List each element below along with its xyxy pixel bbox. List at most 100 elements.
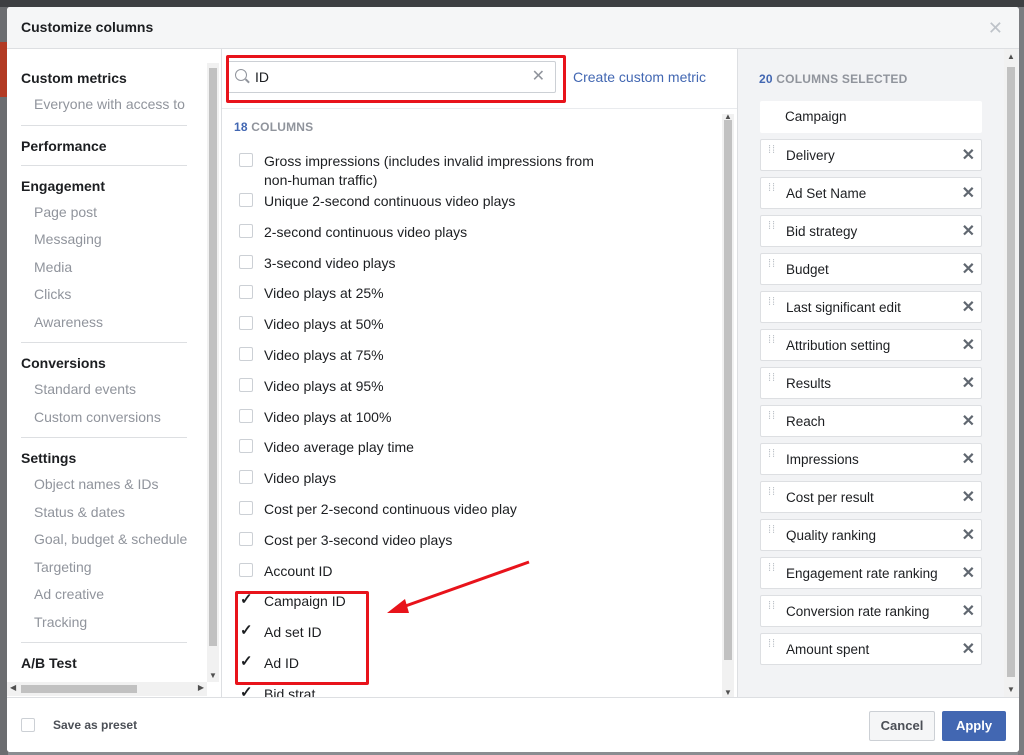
column-checkbox[interactable] (239, 377, 253, 392)
column-label[interactable]: Cost per 2-second continuous video play (264, 500, 517, 519)
column-label[interactable]: Video plays at 95% (264, 377, 384, 396)
remove-icon[interactable]: ✕ (962, 563, 975, 583)
column-option[interactable]: Cost per 3-second video plays (239, 531, 709, 563)
remove-icon[interactable]: ✕ (962, 601, 975, 621)
nav-scrollbar[interactable]: ▼ (207, 63, 219, 682)
save-preset-label[interactable]: Save as preset (53, 718, 137, 732)
nav-item[interactable]: Ad creative (21, 581, 187, 609)
column-option[interactable]: Video plays at 25% (239, 285, 709, 316)
column-option[interactable]: Video plays (239, 470, 709, 501)
drag-handle-icon[interactable]: ⁞⁞ (768, 449, 776, 466)
column-label[interactable]: Video plays at 50% (264, 315, 384, 334)
column-label[interactable]: Video plays at 25% (264, 284, 384, 303)
column-checkbox[interactable] (239, 470, 253, 485)
cancel-button[interactable]: Cancel (869, 711, 935, 741)
column-checkbox[interactable] (239, 531, 253, 546)
selected-column-item[interactable]: ⁞⁞ Quality ranking ✕ (760, 519, 982, 551)
column-option[interactable]: 2-second continuous video plays (239, 223, 709, 255)
selected-column-item[interactable]: ⁞⁞ Reach ✕ (760, 405, 982, 437)
nav-heading[interactable]: A/B Test (21, 650, 187, 676)
nav-item[interactable]: Goal, budget & schedule (21, 526, 187, 554)
column-checkbox[interactable] (239, 316, 253, 331)
drag-handle-icon[interactable]: ⁞⁞ (768, 145, 776, 162)
nav-item[interactable]: Messaging (21, 226, 187, 254)
search-value[interactable]: ID (255, 69, 269, 85)
column-label[interactable]: Gross impressions (includes invalid impr… (264, 153, 594, 190)
column-option[interactable]: Video plays at 75% (239, 346, 709, 378)
column-option[interactable]: Video plays at 50% (239, 316, 709, 347)
remove-icon[interactable]: ✕ (962, 297, 975, 317)
remove-icon[interactable]: ✕ (962, 145, 975, 165)
nav-item[interactable]: Object names & IDs (21, 471, 187, 499)
search-input[interactable]: ID ✕ (226, 61, 556, 93)
column-label[interactable]: Account ID (264, 562, 332, 581)
column-checkbox[interactable] (239, 562, 253, 577)
close-icon[interactable]: ✕ (988, 18, 1003, 39)
column-checkbox[interactable] (239, 223, 253, 238)
selected-column-item[interactable]: ⁞⁞ Delivery ✕ (760, 139, 982, 171)
drag-handle-icon[interactable]: ⁞⁞ (768, 297, 776, 314)
column-option[interactable]: Video plays at 95% (239, 377, 709, 409)
nav-horizontal-scrollbar[interactable]: ◀ ▶ (7, 682, 207, 696)
drag-handle-icon[interactable]: ⁞⁞ (768, 601, 776, 618)
column-checkbox[interactable] (239, 193, 253, 207)
nav-item[interactable]: Everyone with access to (21, 91, 187, 119)
remove-icon[interactable]: ✕ (962, 259, 975, 279)
selected-column-item[interactable]: ⁞⁞ Results ✕ (760, 367, 982, 399)
column-label[interactable]: Cost per 3-second video plays (264, 531, 452, 550)
scroll-down-icon[interactable]: ▼ (1007, 685, 1015, 694)
column-label[interactable]: 2-second continuous video plays (264, 223, 467, 242)
column-checkbox[interactable] (239, 439, 253, 454)
selected-scrollbar-thumb[interactable] (1007, 67, 1015, 677)
selected-scrollbar[interactable]: ▲ ▼ (1004, 49, 1018, 697)
nav-item[interactable]: Targeting (21, 554, 187, 582)
nav-heading[interactable]: Custom metrics (21, 65, 187, 91)
nav-heading[interactable]: Conversions (21, 350, 187, 376)
selected-column-item[interactable]: ⁞⁞ Amount spent ✕ (760, 633, 982, 665)
drag-handle-icon[interactable]: ⁞⁞ (768, 563, 776, 580)
column-option[interactable]: Unique 2-second continuous video plays (239, 193, 709, 224)
remove-icon[interactable]: ✕ (962, 183, 975, 203)
column-label[interactable]: Video average play time (264, 438, 414, 457)
drag-handle-icon[interactable]: ⁞⁞ (768, 335, 776, 352)
selected-column-item[interactable]: ⁞⁞ Ad Set Name ✕ (760, 177, 982, 209)
selected-column-item[interactable]: ⁞⁞ Cost per result ✕ (760, 481, 982, 513)
column-checkbox[interactable] (239, 254, 253, 269)
remove-icon[interactable]: ✕ (962, 411, 975, 431)
column-checkbox[interactable] (239, 153, 253, 167)
drag-handle-icon[interactable]: ⁞⁞ (768, 487, 776, 504)
selected-column-item[interactable]: ⁞⁞ Bid strategy ✕ (760, 215, 982, 247)
clear-search-icon[interactable]: ✕ (532, 66, 545, 86)
selected-column-item[interactable]: ⁞⁞ Conversion rate ranking ✕ (760, 595, 982, 627)
column-label[interactable]: 3-second video plays (264, 254, 396, 273)
nav-item[interactable]: Standard events (21, 376, 187, 404)
column-list-scrollbar-thumb[interactable] (724, 120, 732, 660)
nav-scrollbar-thumb[interactable] (209, 68, 217, 646)
drag-handle-icon[interactable]: ⁞⁞ (768, 373, 776, 390)
column-option[interactable]: Gross impressions (includes invalid impr… (239, 153, 709, 193)
column-option[interactable]: 3-second video plays (239, 254, 709, 286)
nav-heading[interactable]: Settings (21, 445, 187, 471)
column-label[interactable]: Video plays at 75% (264, 346, 384, 365)
save-preset-checkbox[interactable] (21, 718, 35, 732)
remove-icon[interactable]: ✕ (962, 525, 975, 545)
column-label[interactable]: Unique 2-second continuous video plays (264, 192, 515, 211)
column-option[interactable]: Video plays at 100% (239, 408, 709, 440)
nav-heading[interactable]: Engagement (21, 173, 187, 199)
scroll-left-icon[interactable]: ◀ (10, 683, 16, 692)
scroll-up-icon[interactable]: ▲ (1007, 52, 1015, 61)
nav-item[interactable]: Media (21, 254, 187, 282)
column-option[interactable]: Video average play time (239, 439, 709, 470)
drag-handle-icon[interactable]: ⁞⁞ (768, 525, 776, 542)
remove-icon[interactable]: ✕ (962, 373, 975, 393)
column-option[interactable]: Cost per 2-second continuous video play (239, 500, 709, 532)
drag-handle-icon[interactable]: ⁞⁞ (768, 183, 776, 200)
nav-item[interactable]: Custom conversions (21, 404, 187, 432)
scroll-right-icon[interactable]: ▶ (198, 683, 204, 692)
scroll-down-icon[interactable]: ▼ (724, 688, 732, 697)
nav-item[interactable]: Page post (21, 199, 187, 227)
nav-heading[interactable]: Performance (21, 133, 187, 159)
column-checkbox[interactable] (239, 408, 253, 423)
selected-column-item[interactable]: ⁞⁞ Budget ✕ (760, 253, 982, 285)
nav-item[interactable]: Awareness (21, 309, 187, 337)
